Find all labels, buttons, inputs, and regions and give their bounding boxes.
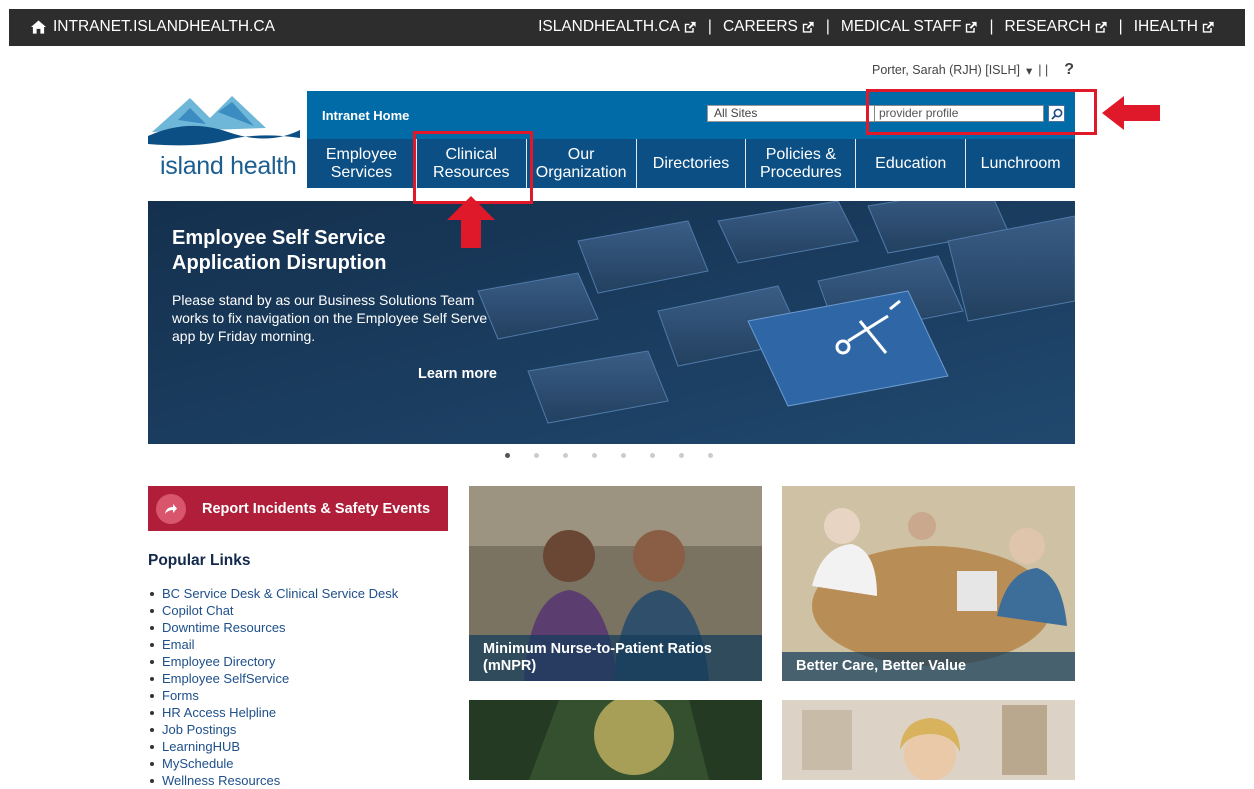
nav-label: Organization	[535, 163, 627, 181]
link-islandhealth[interactable]: ISLANDHEALTH.CA	[538, 18, 697, 36]
external-links: ISLANDHEALTH.CA | CAREERS | MEDICAL STAF…	[538, 18, 1215, 36]
island-health-logo[interactable]: island health	[148, 90, 300, 190]
staff-photo	[782, 700, 1075, 780]
hero-title: Employee Self Service Application Disrup…	[172, 227, 387, 274]
link-ihealth-label: IHEALTH	[1133, 18, 1198, 35]
popular-links-list: BC Service Desk & Clinical Service Desk …	[148, 585, 398, 789]
external-link-icon	[1202, 21, 1214, 33]
site-scope-value: All Sites	[714, 106, 758, 120]
left-arrow-annotation-icon	[1102, 96, 1160, 130]
report-incidents-label: Report Incidents & Safety Events	[202, 500, 431, 517]
nav-label: Employee	[325, 145, 397, 163]
nav-employee-services[interactable]: Employee Services	[307, 139, 416, 188]
popular-link[interactable]: Employee Directory	[148, 653, 398, 670]
nav-label: Services	[330, 163, 393, 181]
user-bar-pipes: | |	[1038, 63, 1049, 77]
carousel-dot[interactable]	[621, 453, 626, 458]
popular-link[interactable]: Wellness Resources	[148, 772, 398, 789]
separator: |	[707, 18, 712, 35]
popular-link[interactable]: BC Service Desk & Clinical Service Desk	[148, 585, 398, 602]
link-careers-label: CAREERS	[722, 18, 798, 35]
user-bar: Porter, Sarah (RJH) [ISLH] ▾ | | ?	[872, 61, 1074, 79]
popular-link[interactable]: Copilot Chat	[148, 602, 398, 619]
external-link-icon	[802, 21, 814, 33]
separator: |	[1118, 18, 1123, 35]
carousel-dots	[505, 453, 713, 458]
link-research[interactable]: RESEARCH	[1005, 18, 1108, 36]
nav-lunchroom[interactable]: Lunchroom	[965, 139, 1075, 188]
hero-body: Please stand by as our Business Solution…	[172, 292, 488, 344]
carousel-dot[interactable]	[563, 453, 568, 458]
link-research-label: RESEARCH	[1004, 18, 1091, 35]
top-bar: INTRANET.ISLANDHEALTH.CA ISLANDHEALTH.CA…	[9, 9, 1245, 46]
carousel-dot[interactable]	[708, 453, 713, 458]
link-islandhealth-label: ISLANDHEALTH.CA	[538, 18, 680, 35]
external-link-icon	[684, 21, 696, 33]
site-scope-select[interactable]: All Sites ▾	[707, 105, 884, 122]
carousel-dot[interactable]	[505, 453, 510, 458]
up-arrow-annotation-icon	[447, 196, 495, 248]
user-menu[interactable]: Porter, Sarah (RJH) [ISLH]	[872, 63, 1020, 77]
logo-wordmark: island health	[160, 152, 297, 180]
arrow-share-icon	[156, 493, 186, 524]
external-link-icon	[1095, 21, 1107, 33]
separator: |	[825, 18, 830, 35]
nav-label: Lunchroom	[980, 154, 1061, 172]
popular-link[interactable]: Employee SelfService	[148, 670, 398, 687]
popular-link[interactable]: Downtime Resources	[148, 619, 398, 636]
nav-policies-procedures[interactable]: Policies & Procedures	[745, 139, 855, 188]
clinical-resources-highlight-box	[413, 131, 533, 204]
nav-label: Education	[875, 154, 947, 172]
popular-link[interactable]: HR Access Helpline	[148, 704, 398, 721]
external-link-icon	[966, 21, 978, 33]
link-medical-staff[interactable]: MEDICAL STAFF	[841, 18, 979, 36]
nav-our-organization[interactable]: Our Organization	[525, 139, 636, 188]
intranet-home-label: INTRANET.ISLANDHEALTH.CA	[53, 18, 275, 35]
nav-education[interactable]: Education	[855, 139, 965, 188]
mountain-logo-icon	[148, 96, 300, 146]
link-medical-staff-label: MEDICAL STAFF	[840, 18, 962, 35]
intranet-home-link[interactable]: INTRANET.ISLANDHEALTH.CA	[31, 18, 275, 36]
chevron-down-icon[interactable]: ▾	[1026, 63, 1032, 78]
carousel-dot[interactable]	[592, 453, 597, 458]
nav-label: Policies &	[765, 145, 836, 163]
intranet-home-nav-link[interactable]: Intranet Home	[322, 108, 409, 123]
nav-label: Our	[567, 145, 595, 163]
popular-link[interactable]: Job Postings	[148, 721, 398, 738]
carousel-dot[interactable]	[650, 453, 655, 458]
tile-forest[interactable]	[469, 700, 762, 780]
search-highlight-box	[866, 89, 1097, 135]
hero-banner[interactable]: Employee Self Service Application Disrup…	[148, 201, 1075, 444]
learn-more-link[interactable]: Learn more	[418, 366, 497, 382]
popular-link[interactable]: Forms	[148, 687, 398, 704]
tile-better-care[interactable]: Better Care, Better Value	[782, 486, 1075, 681]
carousel-dot[interactable]	[534, 453, 539, 458]
carousel-dot[interactable]	[679, 453, 684, 458]
popular-links-heading: Popular Links	[148, 552, 251, 569]
popular-link[interactable]: LearningHUB	[148, 738, 398, 755]
nav-directories[interactable]: Directories	[635, 139, 746, 188]
forest-photo	[469, 700, 762, 780]
popular-link[interactable]: MySchedule	[148, 755, 398, 772]
tile-staff[interactable]	[782, 700, 1075, 780]
tile-caption: Better Care, Better Value	[782, 652, 1075, 681]
popular-link[interactable]: Email	[148, 636, 398, 653]
link-careers[interactable]: CAREERS	[723, 18, 815, 36]
report-incidents-button[interactable]: Report Incidents & Safety Events	[148, 486, 448, 531]
nav-label: Procedures	[759, 163, 842, 181]
home-icon	[31, 20, 46, 34]
link-ihealth[interactable]: IHEALTH	[1134, 18, 1215, 36]
nav-label: Directories	[652, 154, 730, 172]
separator: |	[989, 18, 994, 35]
tile-caption: Minimum Nurse-to-Patient Ratios (mNPR)	[469, 635, 762, 681]
tile-mnpr[interactable]: Minimum Nurse-to-Patient Ratios (mNPR)	[469, 486, 762, 681]
help-button[interactable]: ?	[1064, 61, 1074, 79]
